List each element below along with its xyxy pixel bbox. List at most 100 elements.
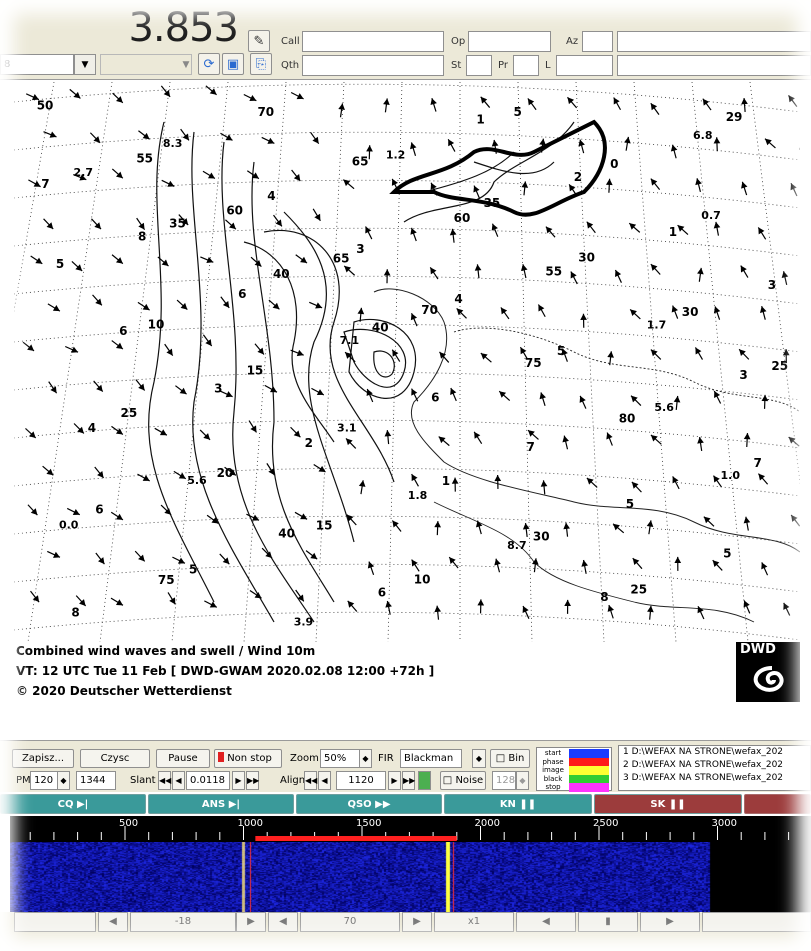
waterfall-right-button[interactable]: ▶ <box>640 912 700 932</box>
pr-input[interactable] <box>513 55 539 76</box>
call-input[interactable] <box>302 31 444 52</box>
map-value-label: 35 <box>169 217 186 231</box>
lpm-input[interactable]: 120 <box>30 771 58 790</box>
image-width-input[interactable]: 1344 <box>76 771 116 790</box>
wind-arrow <box>697 267 704 275</box>
align-fast-back-button[interactable]: ◀◀ <box>304 771 317 790</box>
waterfall-center-button[interactable]: ▮ <box>578 912 638 932</box>
noise-checkbox[interactable]: □ Noise <box>440 771 486 790</box>
status-field-end[interactable] <box>702 912 811 932</box>
waterfall-display[interactable] <box>10 842 811 912</box>
az-input[interactable] <box>582 31 613 52</box>
lpm-spinner[interactable]: ◆ <box>57 771 70 790</box>
map-value-label: 6.8 <box>693 129 713 142</box>
tune-icon-button[interactable]: ✎ <box>248 30 270 52</box>
notes-input-2[interactable] <box>617 55 811 76</box>
zoom-spinner[interactable]: ◆ <box>359 749 372 768</box>
recent-file-item[interactable]: 1 D:\WEFAX NA STRONE\wefax_202 <box>619 746 810 759</box>
level-left-button[interactable]: ◀ <box>268 912 298 932</box>
wind-arrow <box>318 465 326 473</box>
copy-button[interactable]: ⎘ <box>250 53 272 75</box>
map-value-label: 5 <box>514 105 522 119</box>
noise-level-input[interactable]: 128 <box>492 771 516 790</box>
level-field[interactable]: 70 <box>300 912 400 932</box>
wind-arrow <box>520 264 528 272</box>
slant-forward-button[interactable]: ▶ <box>232 771 245 790</box>
level-right-button[interactable]: ▶ <box>402 912 432 932</box>
waterfall-canvas[interactable] <box>10 842 811 912</box>
rx-right-button[interactable]: ▶ <box>236 912 266 932</box>
wind-arrow <box>383 98 390 105</box>
macro-sk-button[interactable]: SK ❚❚ <box>594 794 742 814</box>
zoom-factor-field[interactable]: x1 <box>434 912 514 932</box>
macro-ans-button[interactable]: ANS ▶| <box>148 794 294 814</box>
macro-cq-button[interactable]: CQ ▶| <box>0 794 146 814</box>
map-value-label: 4 <box>267 189 275 203</box>
macro-extra-button[interactable] <box>744 794 811 814</box>
wind-arrow <box>781 271 789 278</box>
align-forward-button[interactable]: ▶ <box>388 771 401 790</box>
grid-line <box>14 131 800 161</box>
recent-file-item[interactable]: 3 D:\WEFAX NA STRONE\wefax_202 <box>619 772 810 785</box>
picture-icon: ▣ <box>226 56 240 72</box>
wind-arrow <box>650 178 658 186</box>
map-value-label: 70 <box>421 303 438 317</box>
bin-checkbox[interactable]: □ Bin <box>490 749 530 768</box>
center-icon: ▮ <box>605 916 611 927</box>
slant-back-button[interactable]: ◀ <box>172 771 185 790</box>
macro-kn-button[interactable]: KN ❚❚ <box>444 794 592 814</box>
fax-caption-copyright: © 2020 Deutscher Wetterdienst <box>16 684 232 698</box>
fir-spinner[interactable]: ◆ <box>472 749 486 768</box>
image-button[interactable]: ▣ <box>222 53 244 75</box>
map-value-label: 5 <box>189 562 197 576</box>
wind-arrow <box>491 139 499 147</box>
rx-bandwidth-marker[interactable] <box>255 836 457 841</box>
qth-label: Qth <box>281 60 300 71</box>
slant-input[interactable]: 0.0118 <box>186 771 230 790</box>
wind-arrow <box>275 219 282 227</box>
slant-fast-back-button[interactable]: ◀◀ <box>158 771 171 790</box>
wind-arrow <box>166 348 173 356</box>
st-input[interactable] <box>466 55 492 76</box>
non-stop-button[interactable]: Non stop <box>214 749 282 768</box>
status-field-1[interactable] <box>14 912 96 932</box>
wind-arrow <box>581 560 588 567</box>
wind-arrow <box>430 98 437 106</box>
fax-caption-title: Combined wind waves and swell / Wind 10m <box>16 644 316 658</box>
refresh-button[interactable]: ⟳ <box>198 53 220 75</box>
recent-files-list[interactable]: 1 D:\WEFAX NA STRONE\wefax_202 2 D:\WEFA… <box>618 745 811 791</box>
pause-button[interactable]: Pause <box>156 749 210 768</box>
l-input[interactable] <box>556 55 613 76</box>
waterfall-left-button[interactable]: ◀ <box>516 912 576 932</box>
noise-spinner[interactable]: ◆ <box>516 771 529 790</box>
wind-arrow <box>384 430 392 437</box>
save-button[interactable]: Zapisz... <box>12 749 74 768</box>
mode-combo-arrow[interactable]: ▼ <box>74 54 96 75</box>
slant-fast-forward-button[interactable]: ▶▶ <box>246 771 259 790</box>
grid-line <box>14 611 800 641</box>
fir-select[interactable]: Blackman <box>400 749 462 768</box>
zoom-select[interactable]: 50% <box>320 749 360 768</box>
frequency-ruler[interactable]: 500 1000 1500 2000 2500 3000 <box>10 816 811 842</box>
wind-arrow <box>310 552 318 560</box>
recent-file-item[interactable]: 2 D:\WEFAX NA STRONE\wefax_202 <box>619 759 810 772</box>
qth-input[interactable] <box>302 55 444 76</box>
grid-line <box>633 82 677 642</box>
op-input[interactable] <box>468 31 551 52</box>
align-fast-forward-button[interactable]: ▶▶ <box>402 771 415 790</box>
double-left-icon: ◀◀ <box>305 776 318 785</box>
rx-offset-field[interactable]: -18 <box>130 912 236 932</box>
wind-arrow <box>138 383 145 391</box>
wind-arrow <box>674 556 682 563</box>
align-back-button[interactable]: ◀ <box>318 771 331 790</box>
copy-icon: ⎘ <box>255 56 267 72</box>
map-value-label: 10 <box>148 317 165 331</box>
band-combo-arrow[interactable]: ▼ <box>178 54 194 75</box>
rx-left-button[interactable]: ◀ <box>98 912 128 932</box>
clear-button[interactable]: Czysc <box>80 749 150 768</box>
macro-qso-button[interactable]: QSO ▶▶ <box>296 794 442 814</box>
mode-combo[interactable]: 8 <box>0 54 74 75</box>
notes-input-1[interactable] <box>617 31 811 52</box>
align-input[interactable]: 1120 <box>336 771 386 790</box>
wind-arrow <box>434 521 441 528</box>
